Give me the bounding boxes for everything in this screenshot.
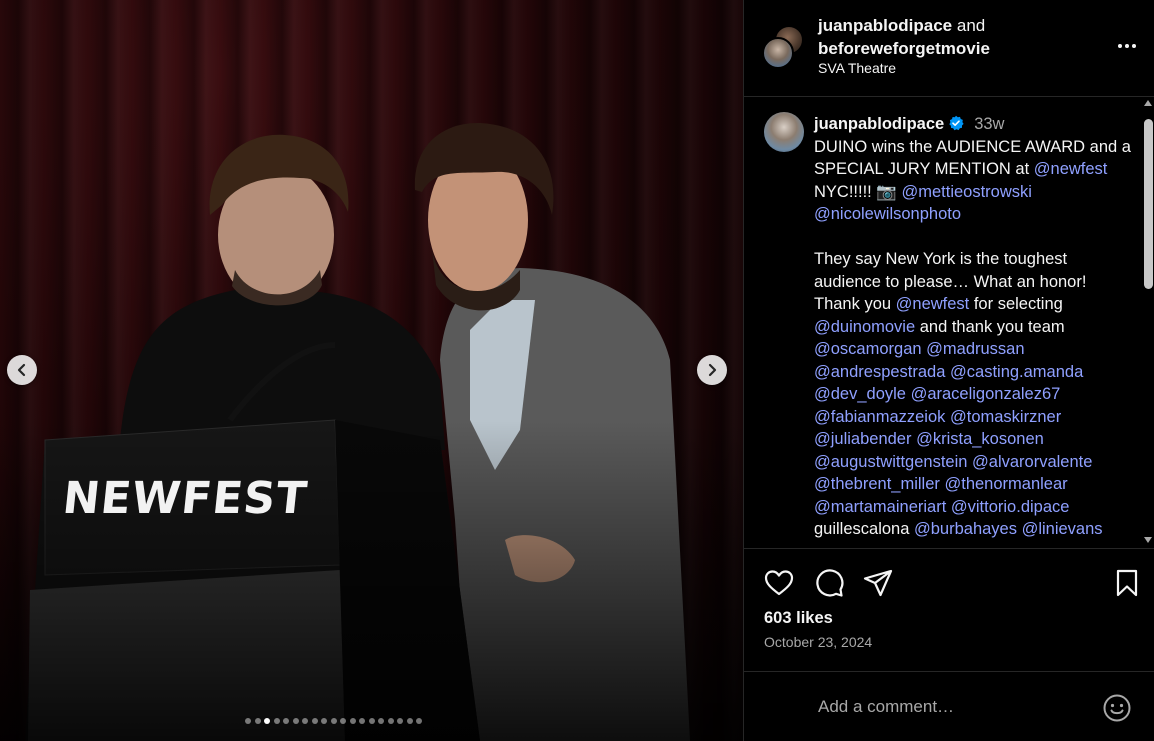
comment-icon[interactable] xyxy=(813,567,845,599)
more-dot-icon xyxy=(1118,44,1122,48)
carousel-dot xyxy=(416,718,422,724)
carousel-dot xyxy=(340,718,346,724)
header-username-2[interactable]: beforeweforgetmovie xyxy=(818,39,990,58)
mention-link[interactable]: @vittorio.dipace xyxy=(951,498,1070,516)
emoji-icon[interactable] xyxy=(1102,693,1132,723)
carousel-dot xyxy=(359,718,365,724)
scrollbar-thumb[interactable] xyxy=(1144,119,1153,289)
avatar-juanpablodipace[interactable] xyxy=(762,37,794,69)
caption-timestamp[interactable]: 33w xyxy=(974,115,1004,133)
mention-link[interactable]: @newfest xyxy=(1034,160,1108,178)
mention-link[interactable]: @burbahayes xyxy=(914,520,1017,538)
mention-link[interactable]: @fabianmazzeiok xyxy=(814,408,945,426)
mention-link[interactable]: @tomaskirzner xyxy=(950,408,1061,426)
caption-username[interactable]: juanpablodipace xyxy=(814,115,944,133)
caption-text: for selecting xyxy=(969,295,1063,313)
carousel-dot xyxy=(302,718,308,724)
mention-list: @oscamorgan @madrussan @andrespestrada @… xyxy=(814,340,1103,538)
carousel-dot xyxy=(264,718,270,724)
mention-link[interactable]: @dev_doyle xyxy=(814,385,906,403)
bookmark-icon[interactable] xyxy=(1111,567,1143,599)
carousel-dot xyxy=(292,718,299,724)
caption-text: guillescalona xyxy=(814,520,910,538)
post-header: juanpablodipace and beforeweforgetmovie … xyxy=(744,0,1154,97)
post-location[interactable]: SVA Theatre xyxy=(818,60,896,76)
carousel-dot xyxy=(397,718,403,724)
more-dot-icon xyxy=(1125,44,1129,48)
caption-body: juanpablodipace 33w DUINO wins the AUDIEN… xyxy=(814,113,1134,541)
mention-link[interactable]: @augustwittgenstein xyxy=(814,453,967,471)
mention-link[interactable]: @casting.amanda xyxy=(950,363,1083,381)
collab-avatars[interactable] xyxy=(762,25,804,69)
post-date[interactable]: October 23, 2024 xyxy=(764,634,872,650)
mention-link[interactable]: @juliabender xyxy=(814,430,911,448)
caption-text: NYC!!!!! 📷 xyxy=(814,182,902,201)
verified-badge-icon xyxy=(949,115,964,131)
heart-icon[interactable] xyxy=(763,567,795,599)
carousel-dot xyxy=(311,718,318,724)
mention-link[interactable]: @newfest xyxy=(896,295,970,313)
caption-avatar[interactable] xyxy=(764,112,804,152)
post-actions: 603 likes October 23, 2024 xyxy=(744,548,1154,671)
header-usernames: juanpablodipace and beforeweforgetmovie xyxy=(818,14,990,60)
caption-scrollbar[interactable] xyxy=(1142,97,1154,548)
post-side-panel: juanpablodipace and beforeweforgetmovie … xyxy=(743,0,1154,741)
mention-link[interactable]: @araceligonzalez67 xyxy=(911,385,1061,403)
chevron-right-icon xyxy=(708,363,717,377)
previous-photo-button[interactable] xyxy=(7,355,37,385)
header-username-1[interactable]: juanpablodipace xyxy=(818,16,952,35)
mention-link[interactable]: @oscamorgan xyxy=(814,340,922,358)
caption-area[interactable]: juanpablodipace 33w DUINO wins the AUDIEN… xyxy=(744,97,1142,548)
caption-text: and thank you team xyxy=(915,317,1065,336)
carousel-dot xyxy=(349,718,356,724)
carousel-dot xyxy=(378,718,384,724)
more-dot-icon xyxy=(1132,44,1136,48)
mention-link[interactable]: @martamaineriart xyxy=(814,498,946,516)
scroll-down-arrow-icon[interactable] xyxy=(1144,537,1152,543)
chevron-left-icon xyxy=(17,363,26,377)
mention-link[interactable]: @alvarorvalente xyxy=(972,453,1092,471)
mention-link[interactable]: @nicolewilsonphoto xyxy=(814,205,961,223)
carousel-dot xyxy=(387,718,394,724)
mention-link[interactable]: @thenormanlear xyxy=(944,475,1067,493)
carousel-dot xyxy=(330,718,337,724)
floor-shadow xyxy=(0,421,743,741)
mention-link[interactable]: @andrespestrada xyxy=(814,363,945,381)
comment-input[interactable] xyxy=(818,694,1088,720)
carousel-dot xyxy=(321,718,327,724)
mention-link[interactable]: @thebrent_miller xyxy=(814,475,940,493)
next-photo-button[interactable] xyxy=(697,355,727,385)
podium-logo-text: NEWFEST xyxy=(60,473,310,524)
scroll-up-arrow-icon[interactable] xyxy=(1144,100,1152,106)
mention-link[interactable]: @linievans xyxy=(1022,520,1103,538)
more-options-button[interactable] xyxy=(1116,40,1138,52)
carousel-indicator xyxy=(245,718,422,724)
header-and-text: and xyxy=(956,16,986,35)
carousel-dot xyxy=(406,718,413,724)
mention-link[interactable]: @mettieostrowski xyxy=(901,183,1031,201)
share-icon[interactable] xyxy=(862,567,894,599)
carousel-dot xyxy=(254,718,261,724)
mention-link[interactable]: @krista_kosonen xyxy=(916,430,1044,448)
carousel-dot xyxy=(273,718,280,724)
comment-bar xyxy=(744,671,1154,741)
likes-count[interactable]: 603 likes xyxy=(764,609,833,628)
post-media[interactable]: NEWFEST xyxy=(0,0,743,741)
carousel-dot xyxy=(283,718,289,724)
carousel-dot xyxy=(368,718,375,724)
carousel-dot xyxy=(245,718,251,724)
mention-link[interactable]: @duinomovie xyxy=(814,318,915,336)
mention-link[interactable]: @madrussan xyxy=(926,340,1024,358)
